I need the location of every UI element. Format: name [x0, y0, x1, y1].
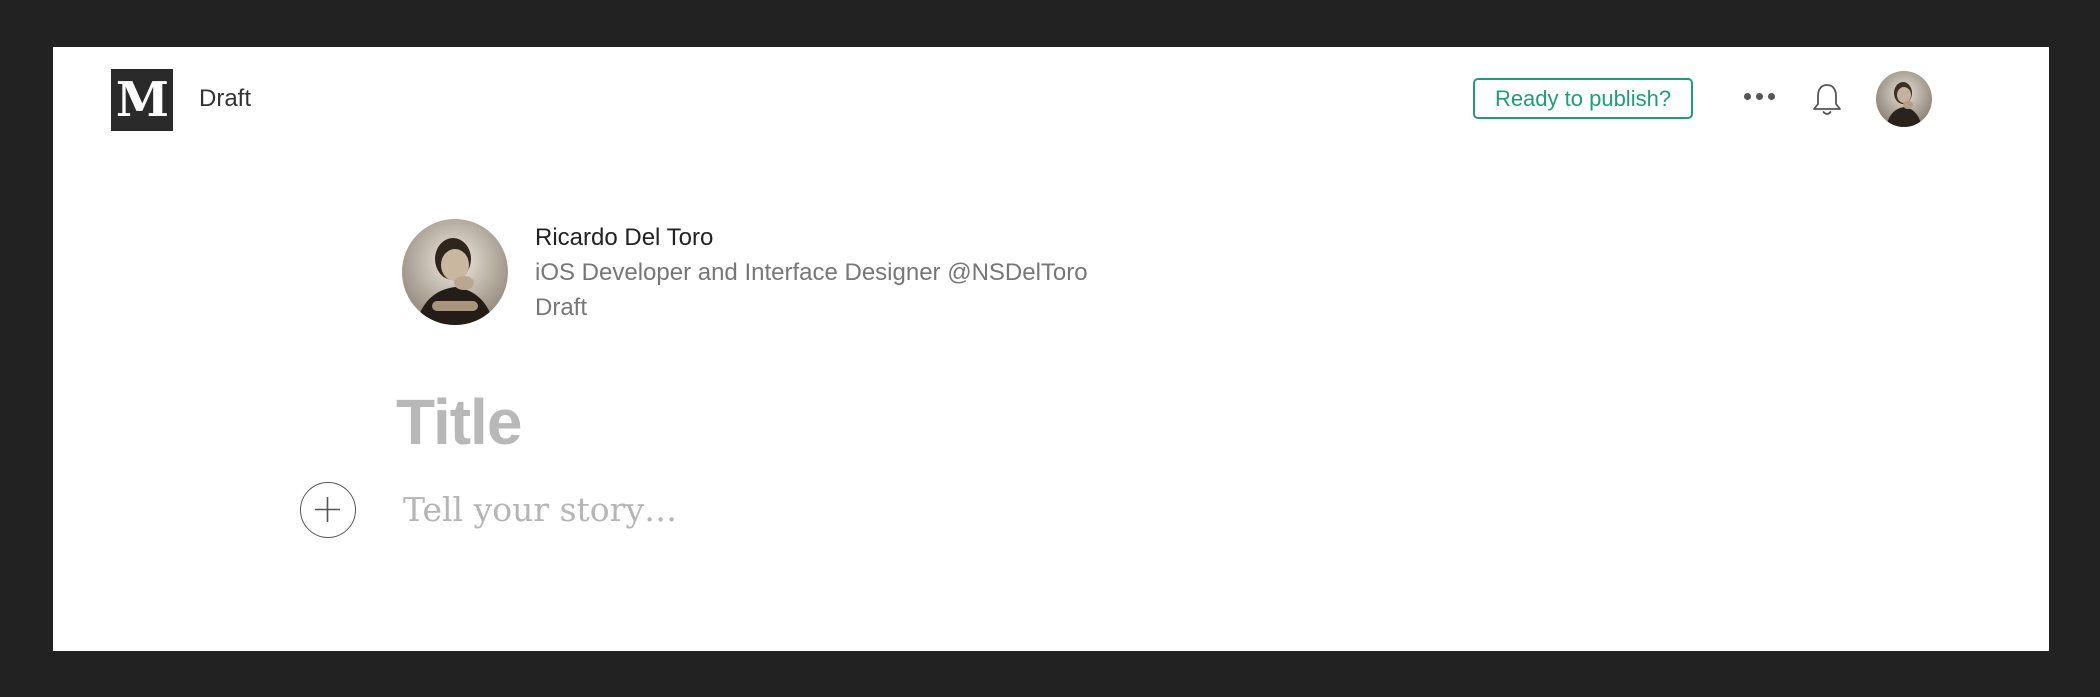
ready-to-publish-button[interactable]: Ready to publish? — [1473, 78, 1693, 119]
author-name[interactable]: Ricardo Del Toro — [535, 224, 713, 252]
author-bio: iOS Developer and Interface Designer @NS… — [535, 259, 1088, 286]
author-avatar[interactable] — [402, 219, 508, 325]
draft-status-label: Draft — [199, 85, 252, 112]
user-avatar[interactable] — [1876, 71, 1932, 127]
title-input[interactable]: Title — [396, 385, 522, 459]
medium-logo[interactable]: M — [111, 69, 173, 131]
plus-circle-icon[interactable] — [300, 482, 356, 538]
more-options-icon[interactable] — [1739, 81, 1779, 111]
bell-icon[interactable] — [1807, 81, 1847, 119]
editor-window: M Draft Ready to publish? Ricardo Del To… — [53, 47, 2049, 651]
story-input[interactable]: Tell your story… — [403, 490, 677, 529]
post-status-label: Draft — [535, 294, 588, 321]
